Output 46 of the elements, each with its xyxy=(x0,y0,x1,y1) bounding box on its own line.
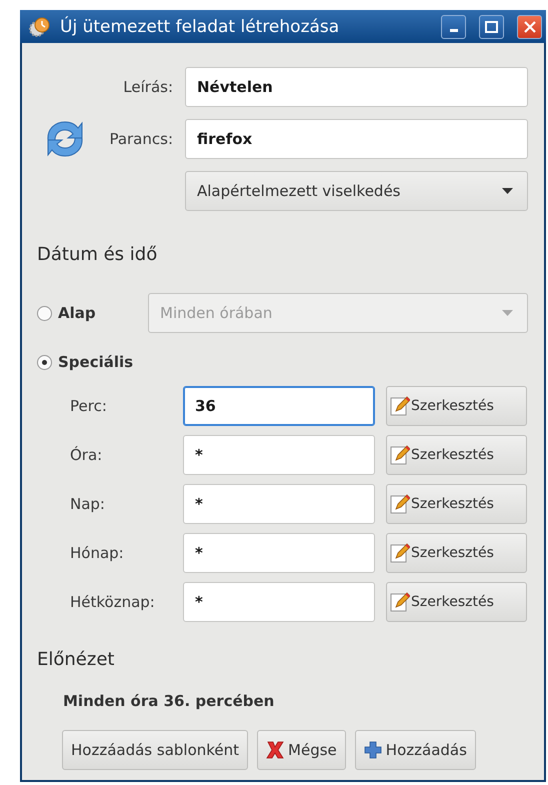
section-heading: Dátum és idő xyxy=(37,244,158,265)
radio-option[interactable]: Speciális xyxy=(37,353,134,371)
dropdown-value: Alapértelmezett viselkedés xyxy=(197,182,400,200)
edit-button[interactable]: Szerkesztés xyxy=(386,484,527,524)
minimize-button[interactable] xyxy=(441,14,466,38)
edit-button[interactable]: Szerkesztés xyxy=(386,533,527,573)
pencil-icon xyxy=(390,592,410,612)
time-field[interactable]: * xyxy=(183,435,375,475)
caret-icon xyxy=(502,188,513,194)
template-button[interactable]: Hozzáadás sablonként xyxy=(62,730,248,770)
section-heading: Előnézet xyxy=(37,649,116,670)
command-field[interactable]: firefox xyxy=(185,119,528,159)
field-label: Óra: xyxy=(70,446,104,464)
clock-gear-icon xyxy=(28,16,50,36)
pencil-icon xyxy=(390,543,410,563)
edit-button[interactable]: Szerkesztés xyxy=(386,435,527,475)
edit-button[interactable]: Szerkesztés xyxy=(386,386,527,426)
cancel-x-icon xyxy=(266,740,284,760)
maximize-icon xyxy=(485,20,498,32)
behavior-dropdown[interactable]: Alapértelmezett viselkedés xyxy=(185,171,528,211)
time-field[interactable]: 36 xyxy=(183,386,375,426)
field-label: Hónap: xyxy=(70,544,125,562)
description-field[interactable]: Névtelen xyxy=(185,67,528,107)
pencil-icon xyxy=(390,396,410,416)
plus-icon xyxy=(364,741,382,759)
pencil-icon xyxy=(390,445,410,465)
field-label: Hétköznap: xyxy=(70,593,156,611)
time-field[interactable]: * xyxy=(183,484,375,524)
caret-icon xyxy=(502,310,513,316)
close-icon xyxy=(524,20,536,32)
cancel-button[interactable]: Mégse xyxy=(257,730,346,770)
preview-text: Minden óra 36. percében xyxy=(63,692,276,710)
time-field[interactable]: * xyxy=(183,582,375,622)
time-field[interactable]: * xyxy=(183,533,375,573)
description-label: Leírás: xyxy=(123,78,174,96)
minimize-icon xyxy=(450,29,458,32)
add-button[interactable]: Hozzáadás xyxy=(354,730,476,770)
maximize-button[interactable] xyxy=(479,14,504,38)
dropdown-value: Minden órában xyxy=(160,304,272,322)
pencil-icon xyxy=(390,494,410,514)
window-title: Új ütemezett feladat létrehozása xyxy=(60,16,340,36)
field-label: Nap: xyxy=(70,495,106,513)
command-label: Parancs: xyxy=(109,130,174,148)
close-button[interactable] xyxy=(517,14,542,38)
edit-button[interactable]: Szerkesztés xyxy=(386,582,527,622)
field-label: Perc: xyxy=(70,397,108,415)
